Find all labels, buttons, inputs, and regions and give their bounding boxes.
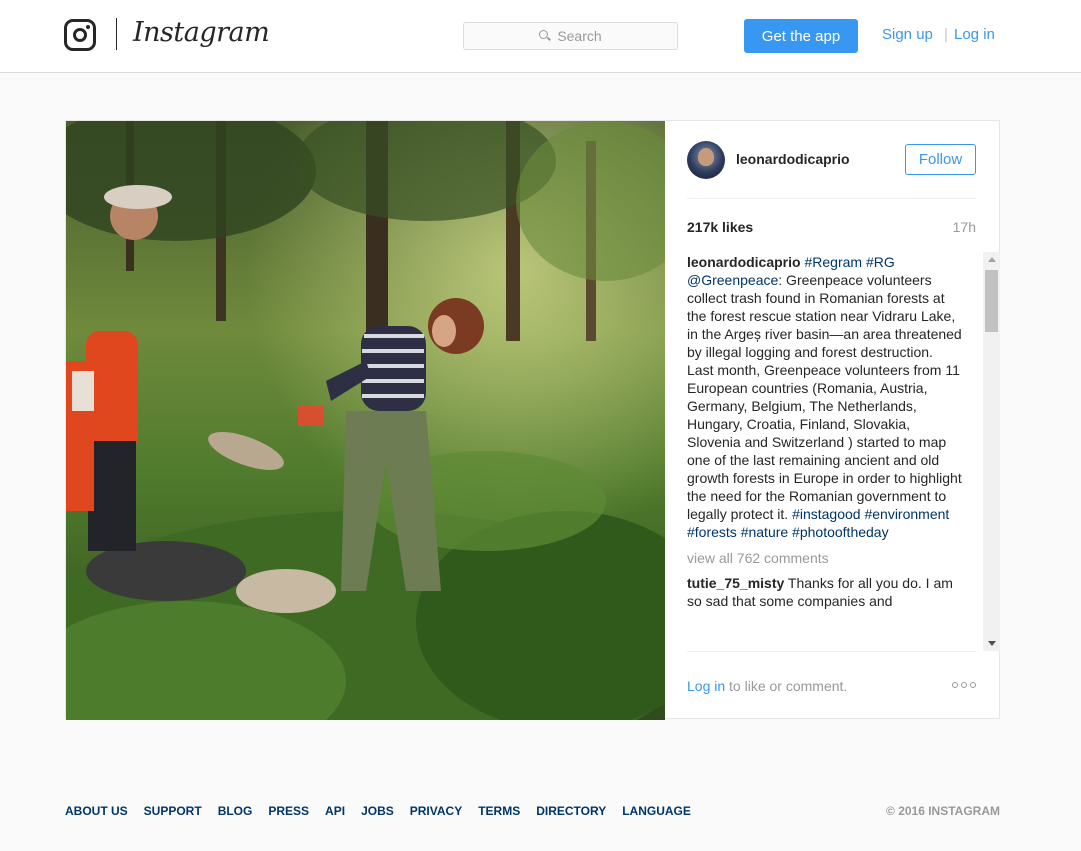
post-card: leonardodicaprio Follow 217k likes 17h l… bbox=[65, 120, 1000, 720]
comments-list[interactable]: leonardodicaprio #Regram #RG @Greenpeace… bbox=[687, 253, 963, 651]
follow-button[interactable]: Follow bbox=[905, 144, 976, 175]
login-prompt-text: to like or comment. bbox=[725, 678, 848, 694]
caption-body: : Greenpeace volunteers collect trash fo… bbox=[687, 272, 962, 522]
comments-scrollbar[interactable] bbox=[983, 252, 1000, 651]
top-nav: Instagram Search Get the app Sign up | L… bbox=[0, 0, 1081, 73]
footer-link-press[interactable]: PRESS bbox=[268, 804, 309, 818]
footer-link-privacy[interactable]: PRIVACY bbox=[410, 804, 462, 818]
view-all-comments-link[interactable]: view all 762 comments bbox=[687, 549, 963, 567]
post-username[interactable]: leonardodicaprio bbox=[736, 151, 850, 167]
copyright: © 2016 INSTAGRAM bbox=[886, 804, 1000, 818]
footer-link-support[interactable]: SUPPORT bbox=[144, 804, 202, 818]
more-options-icon[interactable] bbox=[952, 682, 976, 688]
avatar[interactable] bbox=[687, 141, 725, 179]
footer-link-blog[interactable]: BLOG bbox=[218, 804, 253, 818]
scroll-down-arrow-icon[interactable] bbox=[988, 641, 996, 646]
logo-divider bbox=[116, 18, 117, 50]
caption: leonardodicaprio #Regram #RG @Greenpeace… bbox=[687, 253, 963, 541]
post-sidebar: leonardodicaprio Follow 217k likes 17h l… bbox=[665, 121, 1000, 718]
post-header: leonardodicaprio Follow bbox=[687, 141, 976, 199]
scrollbar-thumb[interactable] bbox=[985, 270, 998, 332]
likes-count[interactable]: 217k likes bbox=[687, 219, 753, 235]
caption-mention[interactable]: @Greenpeace bbox=[687, 272, 778, 288]
get-the-app-button[interactable]: Get the app bbox=[744, 19, 858, 53]
sign-up-link[interactable]: Sign up bbox=[882, 26, 933, 43]
footer-link-api[interactable]: API bbox=[325, 804, 345, 818]
search-icon bbox=[539, 30, 551, 42]
comment-item: tutie_75_misty Thanks for all you do. I … bbox=[687, 574, 963, 610]
search-placeholder: Search bbox=[557, 28, 602, 44]
search-input[interactable]: Search bbox=[463, 22, 678, 50]
footer-link-jobs[interactable]: JOBS bbox=[361, 804, 394, 818]
scroll-up-arrow-icon[interactable] bbox=[988, 257, 996, 262]
login-to-like-link[interactable]: Log in bbox=[687, 678, 725, 694]
login-to-comment: Log in to like or comment. bbox=[687, 678, 847, 694]
post-timestamp[interactable]: 17h bbox=[953, 219, 976, 235]
log-in-link[interactable]: Log in bbox=[954, 26, 995, 43]
forest-photo-illustration bbox=[66, 121, 665, 720]
caption-hashtags-start[interactable]: #Regram #RG bbox=[804, 254, 894, 270]
footer-link-language[interactable]: LANGUAGE bbox=[622, 804, 691, 818]
nav-separator: | bbox=[944, 26, 948, 43]
instagram-camera-icon[interactable] bbox=[64, 19, 96, 51]
footer-link-directory[interactable]: DIRECTORY bbox=[536, 804, 606, 818]
footer-link-terms[interactable]: TERMS bbox=[478, 804, 520, 818]
comment-username[interactable]: tutie_75_misty bbox=[687, 575, 784, 591]
footer-link-about-us[interactable]: ABOUT US bbox=[65, 804, 128, 818]
divider bbox=[687, 651, 976, 652]
post-photo[interactable] bbox=[66, 121, 665, 720]
instagram-wordmark[interactable]: Instagram bbox=[133, 17, 270, 48]
page-footer: ABOUT US SUPPORT BLOG PRESS API JOBS PRI… bbox=[65, 804, 1000, 818]
caption-username[interactable]: leonardodicaprio bbox=[687, 254, 801, 270]
